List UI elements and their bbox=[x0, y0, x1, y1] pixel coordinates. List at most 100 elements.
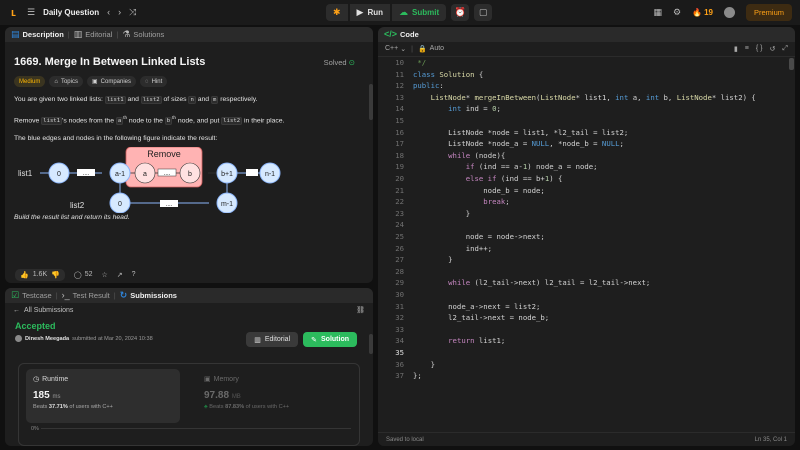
auto-mode-label: Auto bbox=[429, 45, 445, 52]
results-tabs: ☑ Testcase | ›_ Test Result | ↻ Submissions bbox=[5, 288, 373, 303]
tab-editorial[interactable]: ▥ Editorial bbox=[73, 29, 113, 40]
debug-button[interactable]: ✱ bbox=[326, 4, 348, 21]
text: Beats bbox=[33, 404, 49, 410]
problem-paragraph-3: The blue edges and nodes in the followin… bbox=[14, 135, 218, 143]
inline-code: list1 bbox=[41, 117, 63, 126]
runtime-card[interactable]: ◷ Runtime 185 ms Beats 37.71% of users wi… bbox=[26, 369, 180, 423]
question-icon[interactable]: ? bbox=[132, 271, 136, 278]
text: and bbox=[125, 96, 141, 103]
link-icon[interactable]: ⛓ bbox=[356, 306, 365, 314]
back-arrow-icon: ← bbox=[13, 306, 20, 314]
topics-label: Topics bbox=[60, 78, 78, 85]
book-icon: ▥ bbox=[73, 29, 83, 39]
tab-testcase[interactable]: ☑ Testcase bbox=[11, 290, 52, 301]
comments-button[interactable]: ◯ 52 bbox=[74, 271, 93, 279]
editor-scrollbar-track[interactable] bbox=[788, 58, 795, 420]
notes-button[interactable]: ▢ bbox=[474, 4, 493, 21]
next-problem-icon[interactable]: › bbox=[118, 8, 121, 17]
tab-submissions[interactable]: ↻ Submissions bbox=[120, 291, 177, 301]
memory-card[interactable]: ▣ Memory 97.88 MB ♣ Beats 87.83% of users… bbox=[197, 369, 347, 423]
dots-box bbox=[246, 169, 258, 177]
companies-chip[interactable]: ▣ Companies bbox=[86, 76, 137, 87]
editorial-button[interactable]: ▥ Editorial bbox=[246, 332, 299, 347]
shuffle-icon[interactable]: ⤨ bbox=[129, 8, 136, 17]
thumbs-up-icon: 👍 bbox=[20, 271, 29, 279]
inline-code: list2 bbox=[140, 96, 162, 104]
like-button[interactable]: 👍 1.6K 👎 bbox=[15, 268, 65, 281]
node-label: 0 bbox=[118, 201, 122, 208]
layout-icon[interactable]: ▦ bbox=[654, 8, 663, 17]
fullscreen-icon[interactable]: ⤢ bbox=[782, 45, 788, 53]
braces-icon[interactable]: { } bbox=[756, 45, 763, 53]
code-line: 16 ListNode *node = list1, *l2_tail = li… bbox=[395, 127, 629, 137]
code-icon: </> bbox=[384, 29, 398, 39]
topics-chip[interactable]: ⌂ Topics bbox=[49, 76, 83, 87]
node-label: a bbox=[143, 171, 147, 178]
node-label: b+1 bbox=[221, 171, 233, 178]
bookmark-icon[interactable]: ▮ bbox=[734, 45, 738, 53]
solution-button[interactable]: ✎ Solution bbox=[303, 332, 357, 347]
code-line-current: 35 bbox=[395, 348, 404, 357]
list1-label: list1 bbox=[18, 169, 33, 178]
problem-list-icon[interactable]: ☰ bbox=[27, 8, 35, 17]
tab-code[interactable]: </> Code bbox=[384, 29, 419, 40]
tab-solutions[interactable]: ⚗ Solutions bbox=[122, 30, 164, 40]
node-label: m-1 bbox=[221, 201, 233, 208]
dots-label: .... bbox=[83, 171, 90, 177]
auto-mode[interactable]: 🔒 Auto bbox=[418, 45, 444, 53]
editor-toolbar: C++ ⌄ | 🔒 Auto ▮ ≡ { } ↺ ⤢ bbox=[378, 42, 795, 57]
note-icon: ▢ bbox=[478, 7, 488, 17]
star-icon[interactable]: ☆ bbox=[101, 271, 107, 279]
leetcode-logo-icon[interactable]: ʟ bbox=[8, 7, 19, 19]
code-line: 28 bbox=[395, 266, 404, 276]
memory-beats-pct: 87.83% bbox=[225, 404, 245, 410]
code-editor[interactable]: 10 */ 11 class Solution { 12 public: 13 Li… bbox=[378, 58, 788, 420]
hint-chip[interactable]: ◌ Hint bbox=[140, 76, 168, 87]
tab-submissions-label: Submissions bbox=[130, 291, 177, 300]
tab-description[interactable]: ▤ Description bbox=[11, 29, 64, 40]
results-scrollbar[interactable] bbox=[369, 334, 373, 354]
document-icon: ▤ bbox=[11, 29, 20, 39]
description-scrollbar[interactable] bbox=[369, 84, 373, 120]
code-line: 33 bbox=[395, 324, 404, 334]
thumbs-down-icon[interactable]: 👎 bbox=[51, 271, 60, 279]
submission-status: Accepted bbox=[15, 321, 56, 331]
language-select[interactable]: C++ ⌄ bbox=[385, 45, 406, 53]
language-value: C++ bbox=[385, 45, 399, 52]
distribution-gridline bbox=[41, 428, 351, 429]
tab-divider: | bbox=[116, 30, 119, 39]
settings-gear-icon[interactable]: ⚙ bbox=[673, 8, 681, 17]
code-line: 12 public: bbox=[395, 81, 444, 91]
results-panel: ☑ Testcase | ›_ Test Result | ↻ Submissions… bbox=[5, 288, 373, 446]
problem-list-title[interactable]: Daily Question bbox=[43, 8, 99, 17]
submit-button[interactable]: ☁ Submit bbox=[392, 4, 447, 21]
streak-counter[interactable]: 🔥 19 bbox=[692, 8, 713, 17]
timer-button[interactable]: ⏰ bbox=[451, 4, 470, 21]
problem-paragraph-1: You are given two linked lists: list1 an… bbox=[14, 95, 364, 105]
text: in their place. bbox=[242, 117, 285, 125]
runtime-beats: Beats 37.71% of users with C++ bbox=[33, 404, 173, 410]
tab-description-label: Description bbox=[22, 30, 64, 39]
format-icon[interactable]: ≡ bbox=[745, 45, 749, 53]
author-name[interactable]: Dinesh Meegada bbox=[25, 336, 69, 342]
editor-scrollbar-thumb[interactable] bbox=[789, 58, 794, 70]
prev-problem-icon[interactable]: ‹ bbox=[107, 8, 110, 17]
fire-icon: 🔥 bbox=[692, 8, 703, 17]
share-icon[interactable]: ↗ bbox=[117, 271, 123, 279]
reset-icon[interactable]: ↺ bbox=[770, 45, 776, 53]
user-avatar[interactable] bbox=[723, 7, 735, 18]
inline-code: list2 bbox=[221, 117, 243, 126]
premium-button[interactable]: Premium bbox=[745, 4, 792, 21]
tab-test-result[interactable]: ›_ Test Result bbox=[62, 291, 110, 301]
comment-count: 52 bbox=[84, 271, 93, 278]
code-tabs: </> Code bbox=[378, 27, 795, 42]
comment-icon: ◯ bbox=[73, 271, 82, 279]
inline-code: n bbox=[188, 96, 196, 104]
tab-code-label: Code bbox=[400, 30, 419, 39]
code-line: 15 bbox=[395, 116, 404, 125]
text: node to the bbox=[127, 117, 165, 125]
checkbox-icon: ☑ bbox=[11, 290, 20, 300]
problem-title: 1669. Merge In Between Linked Lists bbox=[14, 56, 206, 68]
all-submissions-link[interactable]: ← All Submissions bbox=[13, 307, 73, 314]
run-button[interactable]: ▶ Run bbox=[349, 4, 391, 21]
